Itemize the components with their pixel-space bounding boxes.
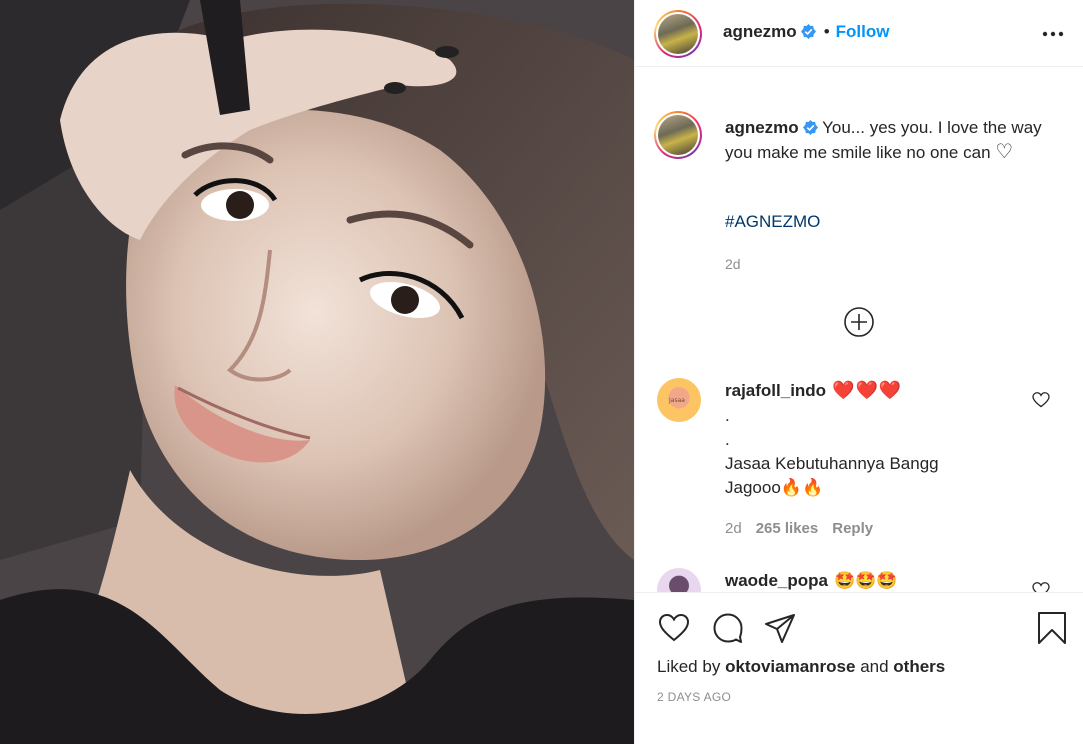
comment-meta: 2d 265 likes Reply — [725, 520, 873, 537]
author-avatar[interactable] — [654, 10, 702, 58]
post-header: agnezmo • Follow — [635, 0, 1083, 67]
commenter-username[interactable]: rajafoll_indo — [725, 381, 826, 400]
liked-by-user[interactable]: oktoviamanrose — [725, 657, 855, 676]
commenter-avatar[interactable]: Jasaa — [657, 378, 701, 422]
caption-time: 2d — [725, 256, 741, 272]
liked-by-prefix: Liked by — [657, 657, 721, 676]
share-icon[interactable] — [763, 611, 797, 645]
post-date: 2 DAYS AGO — [657, 690, 732, 704]
post-actions: Liked by oktoviamanrose and others 2 DAY… — [635, 592, 1083, 744]
liked-by-and: and — [860, 657, 889, 676]
commenter-avatar[interactable] — [657, 568, 701, 592]
avatar-logo-text: Jasaa — [669, 397, 685, 404]
liked-by-summary: Liked by oktoviamanrose and others — [657, 657, 945, 677]
separator-dot: • — [823, 22, 830, 41]
comment-decoration: 🤩🤩🤩 — [833, 571, 898, 590]
save-icon[interactable] — [1035, 611, 1069, 645]
comment-line: . — [725, 406, 730, 425]
post-details-panel: agnezmo • Follow agnezmo You... yes you. I… — [634, 0, 1083, 744]
comment-like-icon[interactable] — [1032, 392, 1050, 408]
author-name-row: agnezmo • Follow — [723, 22, 889, 42]
portrait-illustration — [0, 0, 634, 744]
follow-button[interactable]: Follow — [836, 22, 890, 41]
comment-likes[interactable]: 265 likes — [756, 520, 819, 537]
comments-section[interactable]: agnezmo You... yes you. I love the way y… — [635, 68, 1083, 592]
like-icon[interactable] — [657, 611, 691, 645]
load-more-comments-icon[interactable] — [843, 306, 875, 338]
more-options-icon[interactable] — [1041, 24, 1065, 44]
liked-by-others[interactable]: others — [893, 657, 945, 676]
comment-decoration: ❤️❤️❤️ — [832, 380, 903, 400]
caption-text: agnezmo You... yes you. I love the way y… — [725, 116, 1045, 165]
comment-header: waode_popa 🤩🤩🤩 — [725, 571, 897, 591]
caption-username[interactable]: agnezmo — [725, 118, 799, 137]
caption-heart-icon: ♡ — [995, 141, 1014, 163]
author-username[interactable]: agnezmo — [723, 22, 797, 41]
comment-like-icon[interactable] — [1032, 582, 1050, 592]
verified-badge-icon — [800, 24, 816, 39]
caption-avatar[interactable] — [654, 111, 702, 159]
comment-body: . . Jasaa Kebutuhannya Bangg Jagooo🔥🔥 — [725, 404, 1025, 500]
comment-line: Jagooo🔥🔥 — [725, 478, 824, 497]
comment-icon[interactable] — [711, 611, 745, 645]
reply-button[interactable]: Reply — [832, 520, 873, 537]
post-photo[interactable] — [0, 0, 634, 744]
comment-line: Jasaa Kebutuhannya Bangg — [725, 454, 939, 473]
comment-line: . — [725, 430, 730, 449]
comment-header: rajafoll_indo ❤️❤️❤️ — [725, 380, 902, 401]
comment-time: 2d — [725, 520, 742, 537]
commenter-username[interactable]: waode_popa — [725, 571, 828, 590]
hashtag-link[interactable]: #AGNEZMO — [725, 212, 820, 232]
verified-badge-icon — [802, 120, 818, 135]
